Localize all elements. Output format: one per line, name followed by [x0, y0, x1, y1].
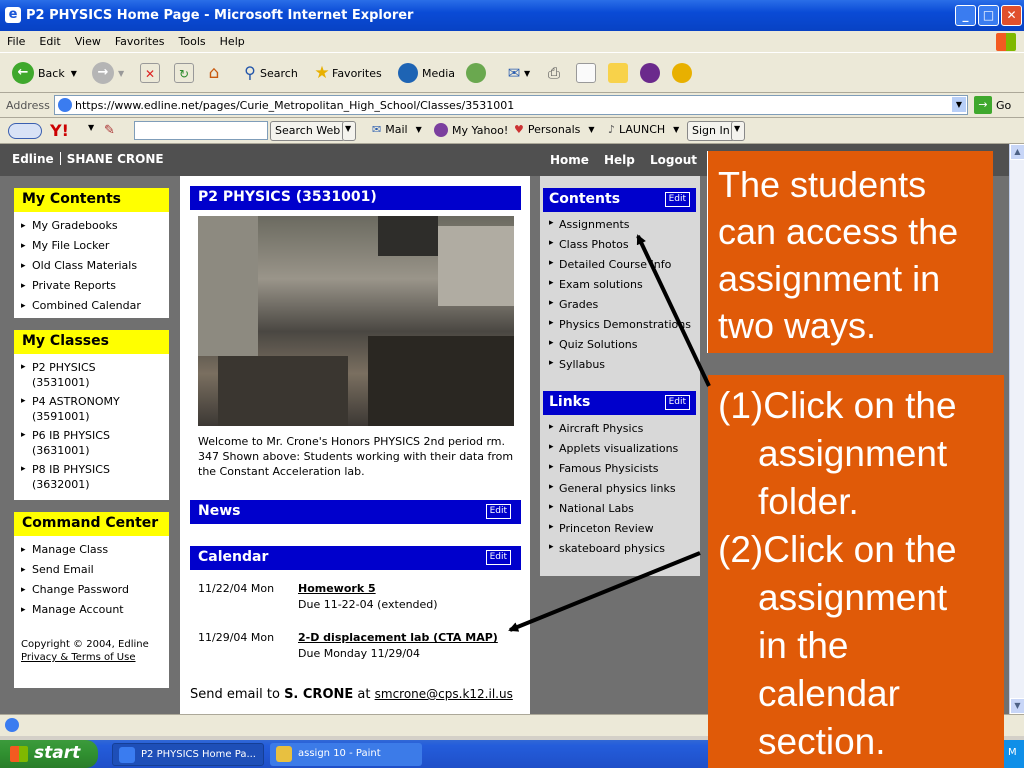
- arrow-to-assignments: [636, 234, 711, 387]
- arrow-to-calendar: [508, 551, 701, 632]
- annotation-arrows: [508, 234, 711, 632]
